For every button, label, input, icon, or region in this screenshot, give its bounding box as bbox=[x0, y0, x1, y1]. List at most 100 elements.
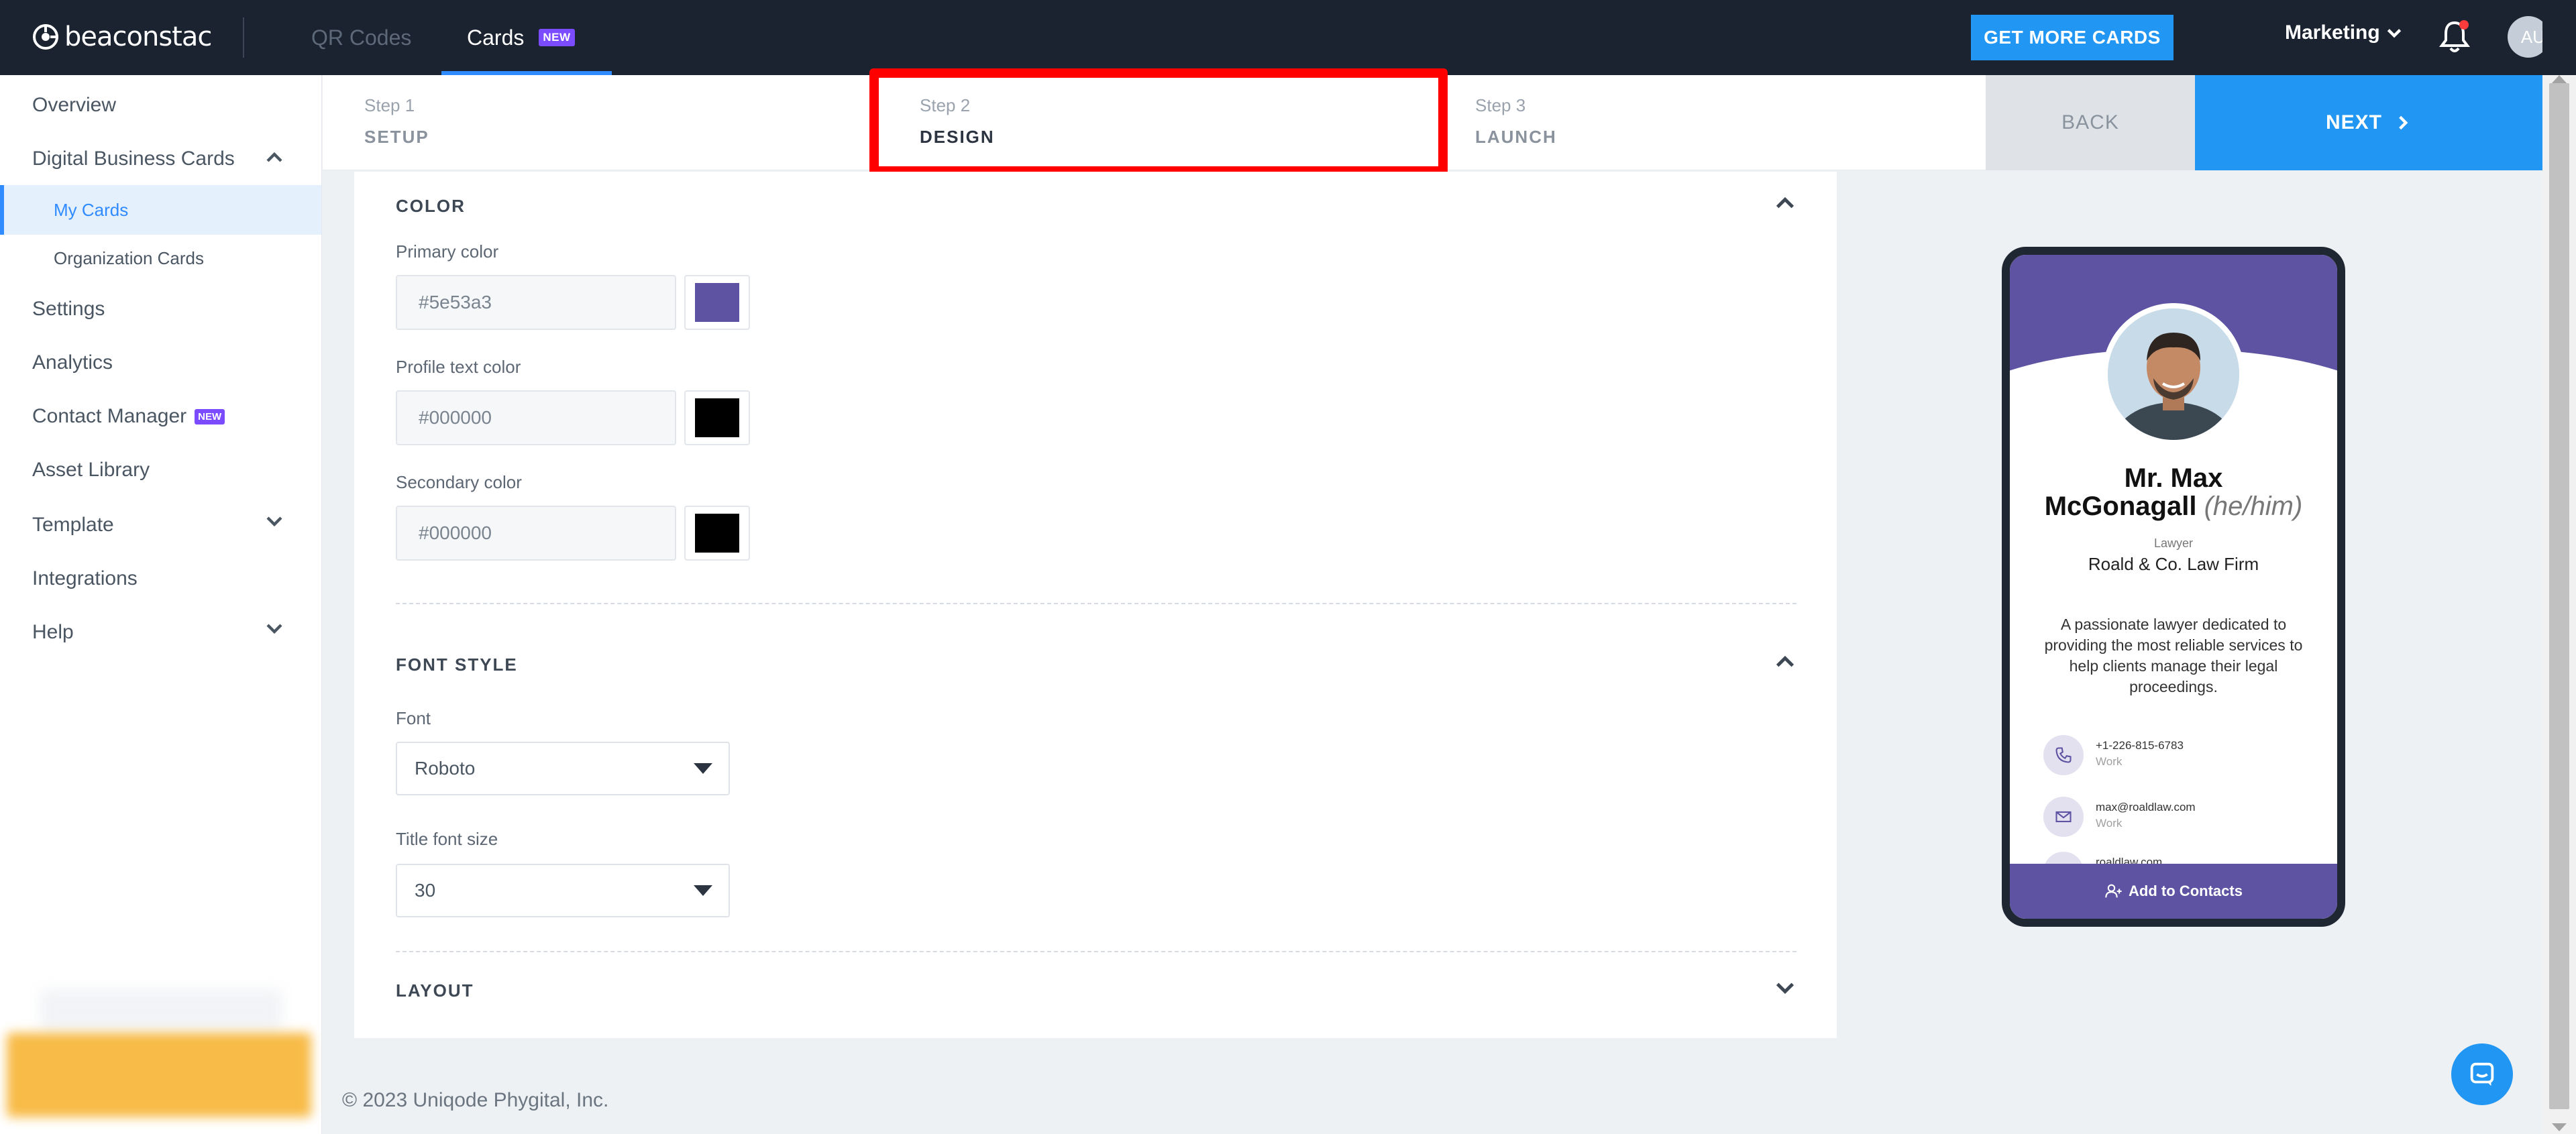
card-bio: A passionate lawyer dedicated to providi… bbox=[2044, 616, 2303, 695]
sidebar-item-template[interactable]: Template bbox=[32, 514, 287, 536]
section-divider bbox=[396, 951, 1796, 952]
step-number: Step 3 bbox=[1475, 95, 1526, 115]
secondary-color-label: Secondary color bbox=[396, 472, 522, 492]
sidebar-item-label: Digital Business Cards bbox=[32, 148, 235, 170]
blurred-upgrade-button[interactable] bbox=[7, 1033, 311, 1117]
page-scrollbar[interactable] bbox=[2542, 75, 2576, 1134]
profile-photo bbox=[2102, 303, 2245, 445]
add-to-contacts-label: Add to Contacts bbox=[2129, 883, 2243, 899]
sidebar-item-contact-manager[interactable]: Contact Manager NEW bbox=[32, 405, 225, 428]
primary-color-label: Primary color bbox=[396, 241, 499, 262]
dropdown-caret-icon bbox=[694, 763, 712, 774]
chat-icon bbox=[2470, 1062, 2494, 1086]
get-more-cards-button[interactable]: GET MORE CARDS bbox=[1971, 15, 2174, 60]
sidebar-item-digital-business-cards[interactable]: Digital Business Cards bbox=[32, 148, 287, 170]
secondary-color-swatch[interactable] bbox=[684, 506, 750, 561]
logo-text: beaconstac bbox=[64, 21, 212, 52]
top-navigation-bar: beaconstac QR Codes Cards NEW GET MORE C… bbox=[0, 0, 2576, 75]
sidebar-item-label: Asset Library bbox=[32, 459, 150, 481]
sidebar: Overview Digital Business Cards My Cards… bbox=[0, 75, 322, 1134]
card-job-title: Lawyer bbox=[2153, 536, 2194, 550]
tab-qr-codes[interactable]: QR Codes bbox=[311, 0, 411, 75]
tab-cards[interactable]: Cards NEW bbox=[441, 0, 612, 75]
back-button[interactable]: BACK bbox=[1986, 75, 2195, 170]
sidebar-item-label: Organization Cards bbox=[54, 248, 204, 268]
sidebar-item-label: Contact Manager bbox=[32, 405, 187, 427]
chat-support-button[interactable] bbox=[2451, 1043, 2513, 1105]
chevron-right-icon bbox=[2399, 115, 2408, 130]
new-badge: NEW bbox=[539, 29, 575, 46]
sidebar-item-label: Integrations bbox=[32, 567, 138, 589]
font-label: Font bbox=[396, 708, 431, 728]
workspace-label: Marketing bbox=[2285, 21, 2380, 44]
new-badge: NEW bbox=[195, 408, 225, 424]
sidebar-item-help[interactable]: Help bbox=[32, 621, 287, 644]
card-pronouns: (he/him) bbox=[2204, 492, 2303, 521]
contact-email-type: Work bbox=[2096, 817, 2123, 830]
scroll-up-arrow[interactable] bbox=[2552, 75, 2567, 83]
chevron-up-icon[interactable] bbox=[1774, 192, 1796, 215]
sidebar-item-label: Settings bbox=[32, 298, 105, 320]
secondary-color-input[interactable]: #000000 bbox=[396, 506, 676, 561]
step-setup[interactable]: Step 1 SETUP bbox=[364, 95, 429, 148]
sidebar-item-settings[interactable]: Settings bbox=[32, 298, 105, 321]
next-button[interactable]: NEXT bbox=[2195, 75, 2542, 170]
layout-section-title: LAYOUT bbox=[396, 980, 474, 1001]
font-select[interactable]: Roboto bbox=[396, 742, 730, 795]
chevron-down-icon[interactable] bbox=[1774, 976, 1796, 999]
font-style-section-title: FONT STYLE bbox=[396, 655, 518, 675]
primary-color-swatch[interactable] bbox=[684, 275, 750, 330]
sidebar-item-label: Help bbox=[32, 621, 74, 643]
step-launch[interactable]: Step 3 LAUNCH bbox=[1475, 95, 1557, 148]
sidebar-item-overview[interactable]: Overview bbox=[32, 94, 116, 117]
primary-color-input[interactable]: #5e53a3 bbox=[396, 275, 676, 330]
beaconstac-logo[interactable]: beaconstac bbox=[32, 20, 212, 54]
color-section-title: COLOR bbox=[396, 196, 466, 216]
contact-email-value: max@roaldlaw.com bbox=[2096, 801, 2196, 813]
footer-copyright: © 2023 Uniqode Phygital, Inc. bbox=[342, 1089, 609, 1111]
scroll-down-arrow[interactable] bbox=[2552, 1123, 2567, 1131]
sidebar-item-integrations[interactable]: Integrations bbox=[32, 567, 138, 590]
title-font-size-label: Title font size bbox=[396, 829, 498, 849]
sidebar-item-asset-library[interactable]: Asset Library bbox=[32, 459, 150, 481]
step-number: Step 1 bbox=[364, 95, 415, 115]
profile-text-color-input[interactable]: #000000 bbox=[396, 390, 676, 445]
swatch-fill bbox=[695, 283, 739, 322]
nav-divider bbox=[243, 17, 244, 58]
beaconstac-logo-icon bbox=[33, 24, 58, 50]
step-name: SETUP bbox=[364, 127, 429, 147]
dropdown-caret-icon bbox=[694, 885, 712, 896]
profile-text-color-swatch[interactable] bbox=[684, 390, 750, 445]
sidebar-item-label: Analytics bbox=[32, 351, 113, 374]
email-icon bbox=[2043, 797, 2084, 837]
contact-phone-value: +1-226-815-6783 bbox=[2096, 739, 2184, 752]
title-font-size-value: 30 bbox=[415, 880, 436, 901]
chevron-down-icon bbox=[2387, 29, 2401, 38]
next-label: NEXT bbox=[2325, 111, 2382, 133]
card-company: Roald & Co. Law Firm bbox=[2088, 554, 2259, 574]
workspace-dropdown[interactable]: Marketing bbox=[2285, 21, 2403, 44]
profile-text-color-label: Profile text color bbox=[396, 357, 521, 377]
notification-dot bbox=[2459, 20, 2469, 30]
card-name-line1: Mr. Max bbox=[2124, 463, 2223, 493]
phone-icon bbox=[2043, 735, 2084, 775]
highlight-box bbox=[869, 68, 1448, 176]
sidebar-item-my-cards[interactable]: My Cards bbox=[0, 185, 321, 235]
add-to-contacts-button[interactable]: Add to Contacts bbox=[2010, 864, 2337, 919]
scrollbar-thumb[interactable] bbox=[2549, 83, 2569, 1109]
profile-photo-image bbox=[2108, 308, 2239, 440]
chevron-up-icon[interactable] bbox=[1774, 650, 1796, 673]
sidebar-item-analytics[interactable]: Analytics bbox=[32, 351, 113, 374]
step-name: LAUNCH bbox=[1475, 127, 1557, 147]
card-name-line2: McGonagall bbox=[2044, 492, 2197, 521]
title-font-size-select[interactable]: 30 bbox=[396, 864, 730, 917]
sidebar-item-organization-cards[interactable]: Organization Cards bbox=[54, 248, 204, 269]
contact-email: max@roaldlaw.com Work bbox=[2043, 797, 2196, 837]
contact-phone: +1-226-815-6783 Work bbox=[2043, 735, 2184, 775]
chevron-down-icon bbox=[266, 516, 282, 527]
add-contact-icon bbox=[2105, 884, 2122, 898]
sidebar-item-label: Overview bbox=[32, 94, 117, 116]
notifications-button[interactable] bbox=[2438, 17, 2471, 55]
section-divider bbox=[396, 603, 1796, 604]
blurred-plan-info bbox=[40, 990, 282, 1030]
